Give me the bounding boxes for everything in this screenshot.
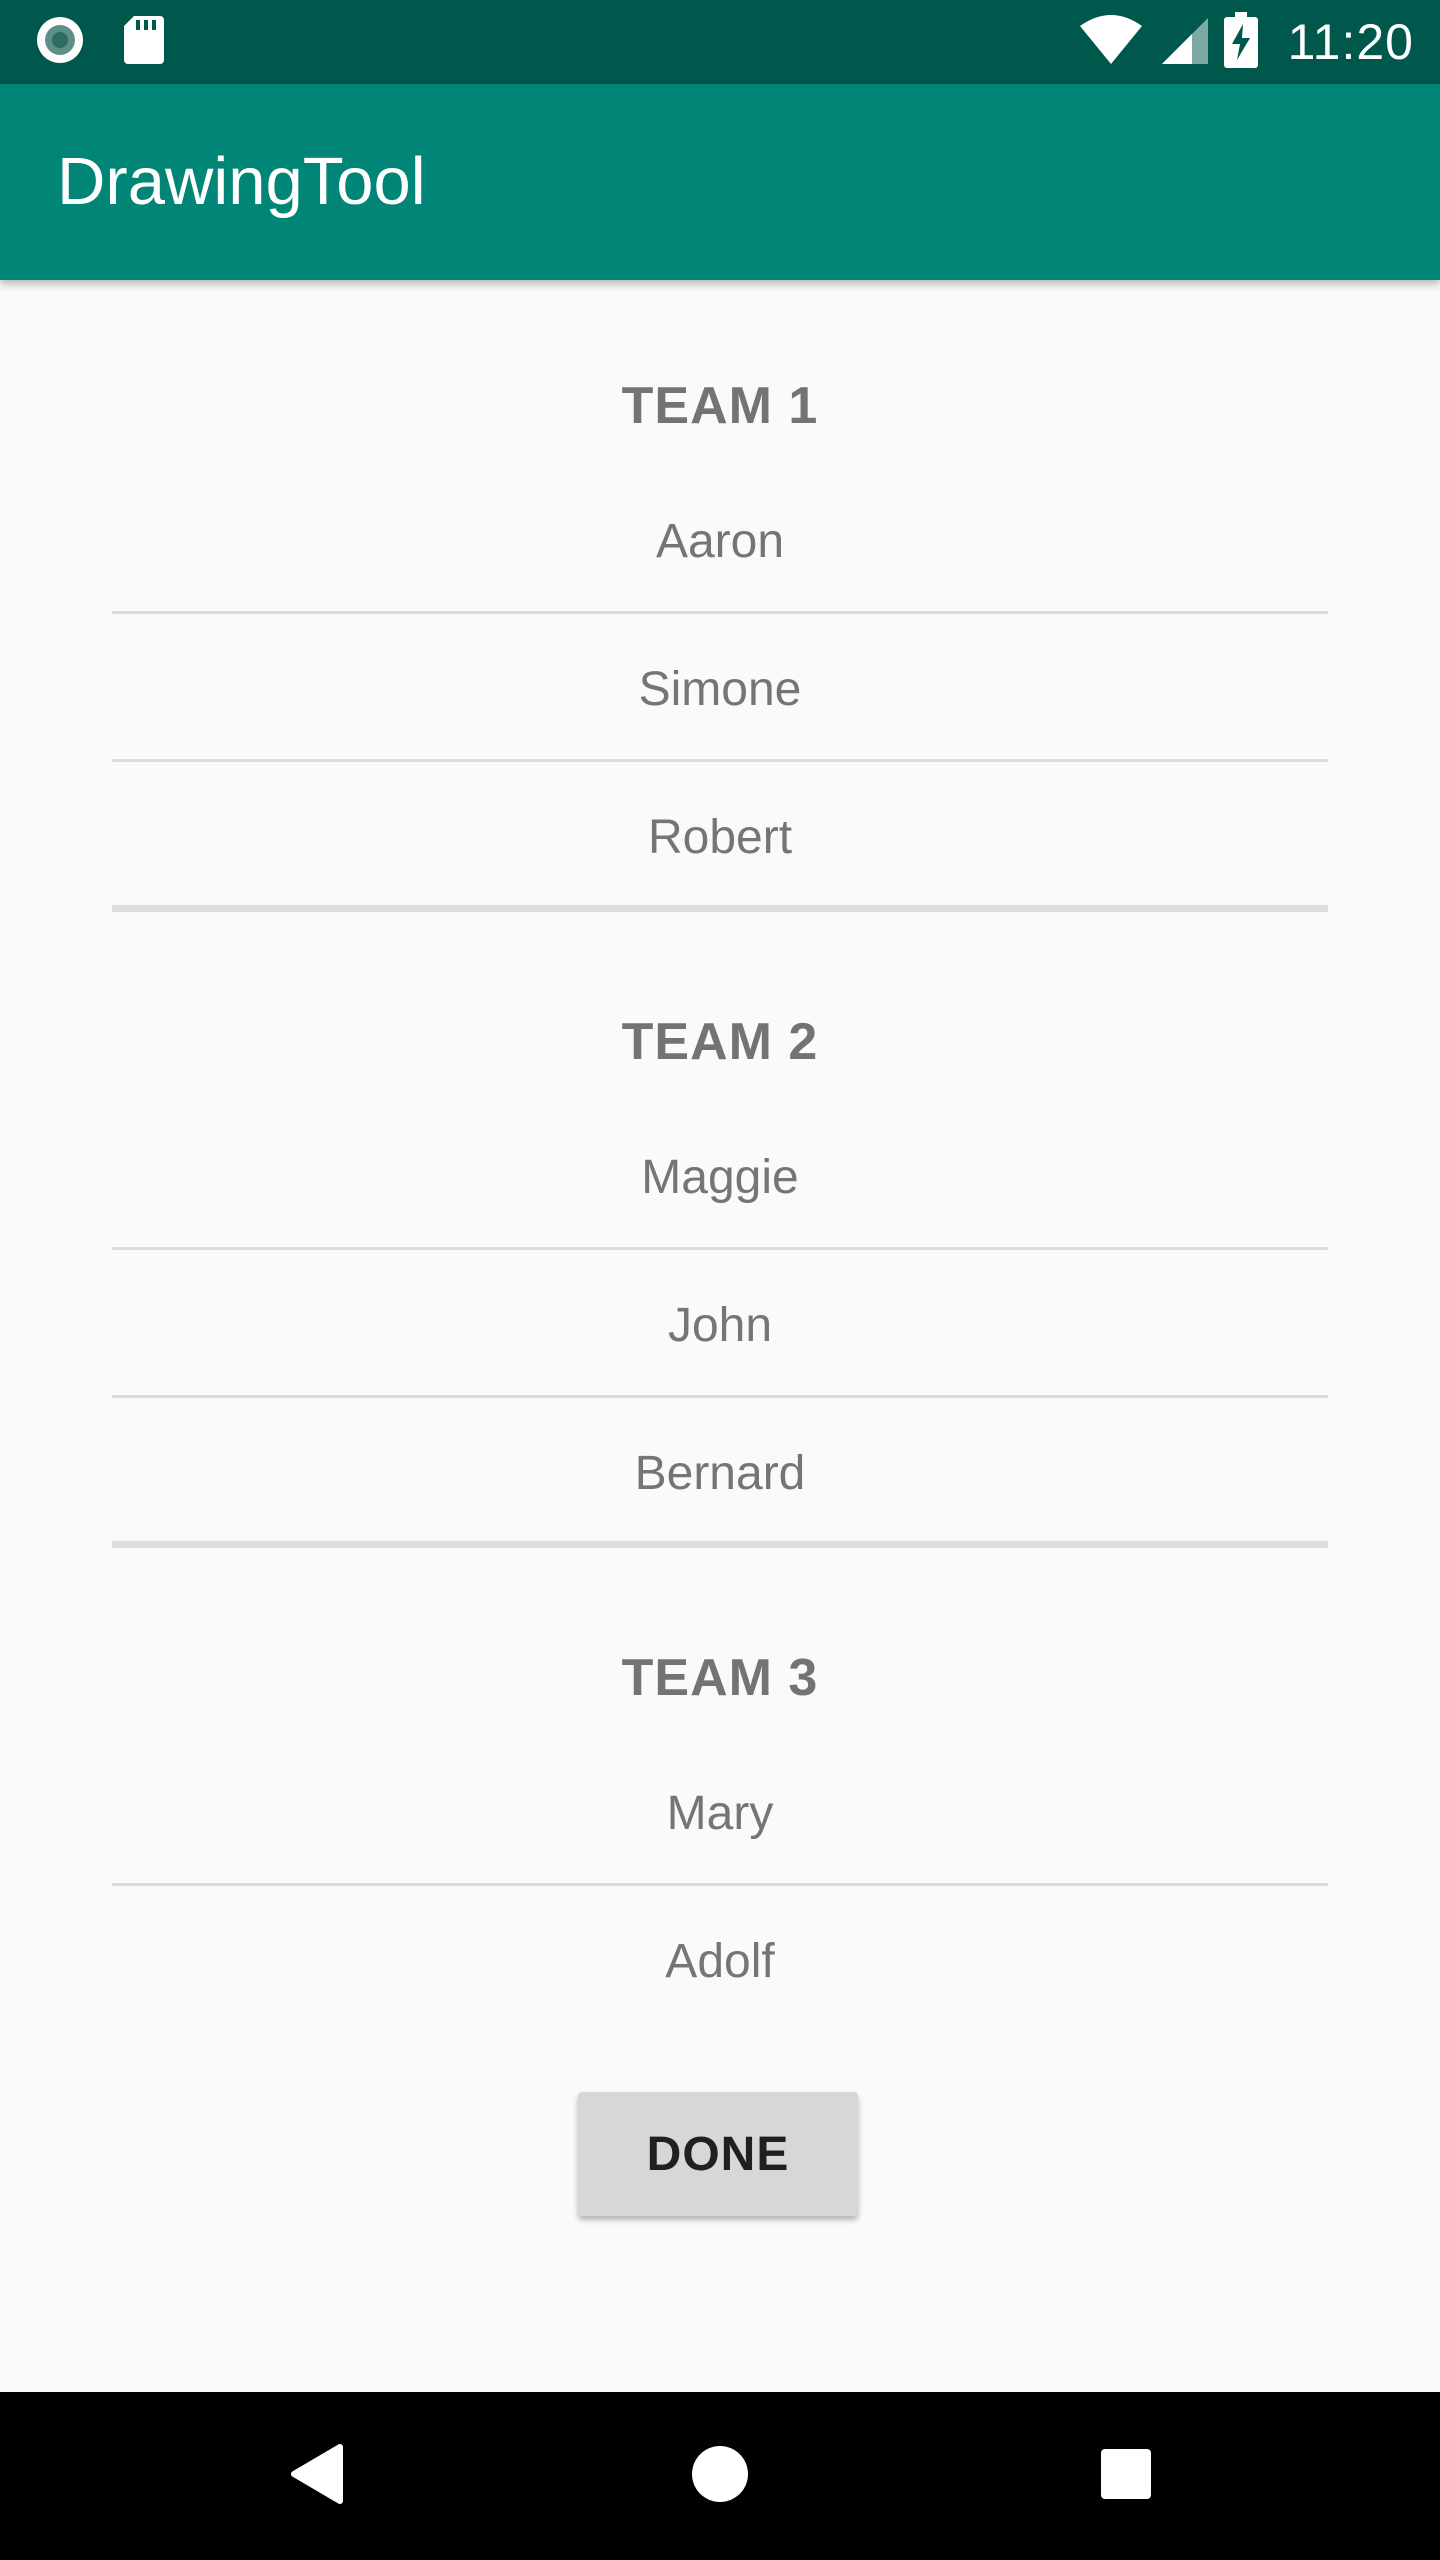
member-divider xyxy=(112,759,1328,762)
team-member: Adolf xyxy=(665,1935,775,1988)
navigation-bar xyxy=(0,2392,1440,2560)
app-title: DrawingTool xyxy=(57,144,426,219)
team-divider xyxy=(112,1541,1328,1548)
status-bar: 11:20 xyxy=(0,0,1440,84)
team-member: Robert xyxy=(647,811,793,864)
team-member: John xyxy=(667,1299,773,1352)
record-icon xyxy=(34,14,86,71)
member-divider xyxy=(112,1395,1328,1398)
signal-icon xyxy=(1158,14,1210,71)
sd-card-icon xyxy=(122,14,166,71)
back-button[interactable] xyxy=(256,2392,376,2560)
member-divider xyxy=(112,611,1328,614)
wifi-icon xyxy=(1078,14,1144,71)
home-icon xyxy=(691,2445,749,2508)
teams-list: TEAM 1 Aaron Simone Robert TEAM 2 Maggie… xyxy=(0,280,1440,2392)
member-divider xyxy=(112,1247,1328,1250)
member-divider xyxy=(112,1883,1328,1886)
done-button[interactable]: DONE xyxy=(578,2092,858,2216)
team-member: Simone xyxy=(638,663,802,716)
team-title: TEAM 2 xyxy=(621,1013,819,1071)
app-bar: DrawingTool xyxy=(0,84,1440,280)
back-icon xyxy=(288,2443,344,2510)
team-divider xyxy=(112,905,1328,912)
recents-button[interactable] xyxy=(1066,2392,1186,2560)
team-title: TEAM 3 xyxy=(621,1649,819,1707)
team-member: Maggie xyxy=(641,1151,799,1204)
battery-charging-icon xyxy=(1223,11,1258,73)
status-time: 11:20 xyxy=(1287,14,1414,70)
team-member: Aaron xyxy=(655,515,785,568)
team-member: Bernard xyxy=(634,1447,806,1500)
home-button[interactable] xyxy=(660,2392,780,2560)
team-member: Mary xyxy=(666,1787,774,1840)
recents-icon xyxy=(1100,2448,1152,2505)
team-title: TEAM 1 xyxy=(621,377,819,435)
